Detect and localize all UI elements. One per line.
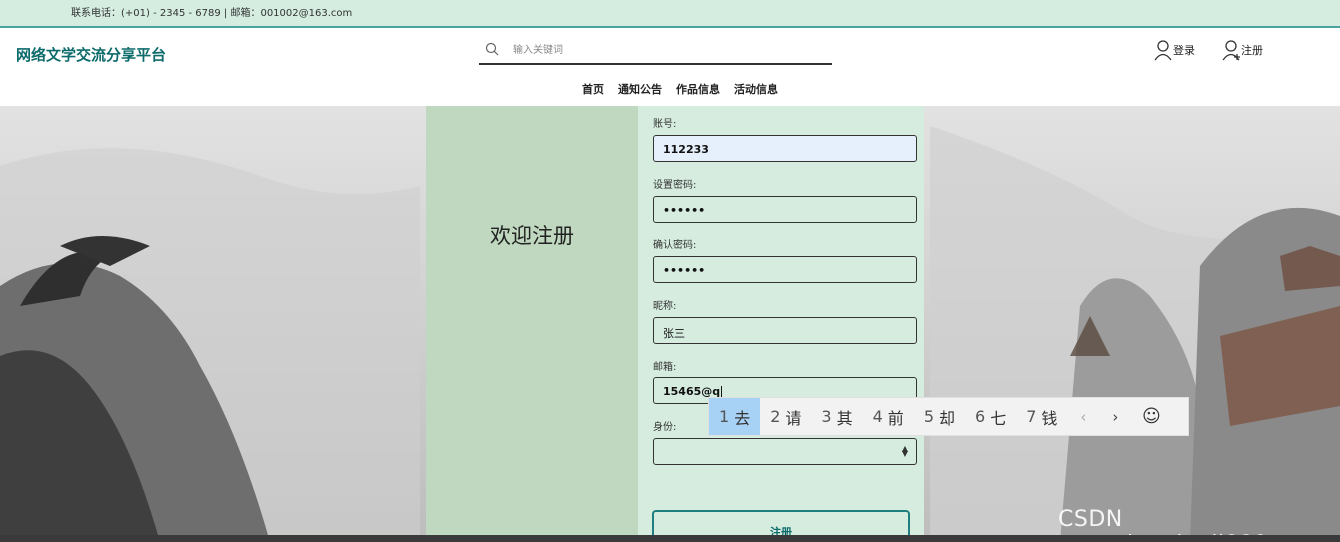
nickname-label: 昵称: xyxy=(653,301,677,312)
search-input[interactable] xyxy=(513,41,813,59)
nav-notices[interactable]: 通知公告 xyxy=(618,81,662,97)
ime-candidate[interactable]: 3其 xyxy=(811,398,862,435)
register-panel: 欢迎注册 账号: 112233 设置密码: •••••• 确认密码: •••••… xyxy=(426,106,924,542)
user-icon xyxy=(1154,40,1172,61)
ime-candidate[interactable]: 4前 xyxy=(863,398,914,435)
account-field[interactable]: 112233 xyxy=(653,135,917,162)
confirm-password-label: 确认密码: xyxy=(653,240,697,251)
search-box xyxy=(479,38,832,65)
welcome-heading: 欢迎注册 xyxy=(490,224,574,248)
ime-candidate[interactable]: 6七 xyxy=(965,398,1016,435)
welcome-pane: 欢迎注册 xyxy=(426,106,638,542)
site-logo[interactable]: 网络文学交流分享平台 xyxy=(16,44,166,65)
add-user-icon xyxy=(1222,40,1240,61)
ime-candidate[interactable]: 7钱 xyxy=(1016,398,1067,435)
ime-candidate-bar: 1去 2请 3其 4前 5却 6七 7钱 ‹ › ☺ xyxy=(708,397,1189,436)
login-label: 登录 xyxy=(1173,44,1195,57)
account-label: 账号: xyxy=(653,119,677,130)
role-select[interactable]: ▲ ▼ xyxy=(653,438,917,465)
select-arrows-icon: ▲ ▼ xyxy=(901,444,908,458)
email-label: 邮箱: xyxy=(653,362,677,373)
search-icon[interactable] xyxy=(485,42,499,56)
password-field[interactable]: •••••• xyxy=(653,196,917,223)
login-button[interactable]: 登录 xyxy=(1153,39,1195,61)
confirm-password-field[interactable]: •••••• xyxy=(653,256,917,283)
nav-works[interactable]: 作品信息 xyxy=(676,81,720,97)
nav-events[interactable]: 活动信息 xyxy=(734,81,778,97)
ime-candidate[interactable]: 1去 xyxy=(709,398,761,435)
bottom-bar xyxy=(0,535,1340,542)
ime-next-icon[interactable]: › xyxy=(1099,408,1131,426)
nav-home[interactable]: 首页 xyxy=(582,81,604,97)
password-label: 设置密码: xyxy=(653,180,697,191)
main-nav: 首页 通知公告 作品信息 活动信息 xyxy=(0,81,1340,97)
ime-prev-icon[interactable]: ‹ xyxy=(1067,408,1099,426)
contact-bar: 联系电话：(+01) - 2345 - 6789 | 邮箱：001002@163… xyxy=(0,0,1340,28)
contact-info: 联系电话：(+01) - 2345 - 6789 | 邮箱：001002@163… xyxy=(71,8,353,19)
ime-candidate[interactable]: 5却 xyxy=(914,398,965,435)
emoji-icon[interactable]: ☺ xyxy=(1131,406,1171,427)
register-button[interactable]: 注册 xyxy=(1221,39,1263,61)
role-label: 身份: xyxy=(653,422,677,433)
nickname-field[interactable]: 张三 xyxy=(653,317,917,344)
site-header: 网络文学交流分享平台 登录 注册 首页 通知公告 作品信息 活动信息 xyxy=(0,28,1340,106)
register-label: 注册 xyxy=(1241,44,1263,57)
ime-candidate[interactable]: 2请 xyxy=(760,398,811,435)
